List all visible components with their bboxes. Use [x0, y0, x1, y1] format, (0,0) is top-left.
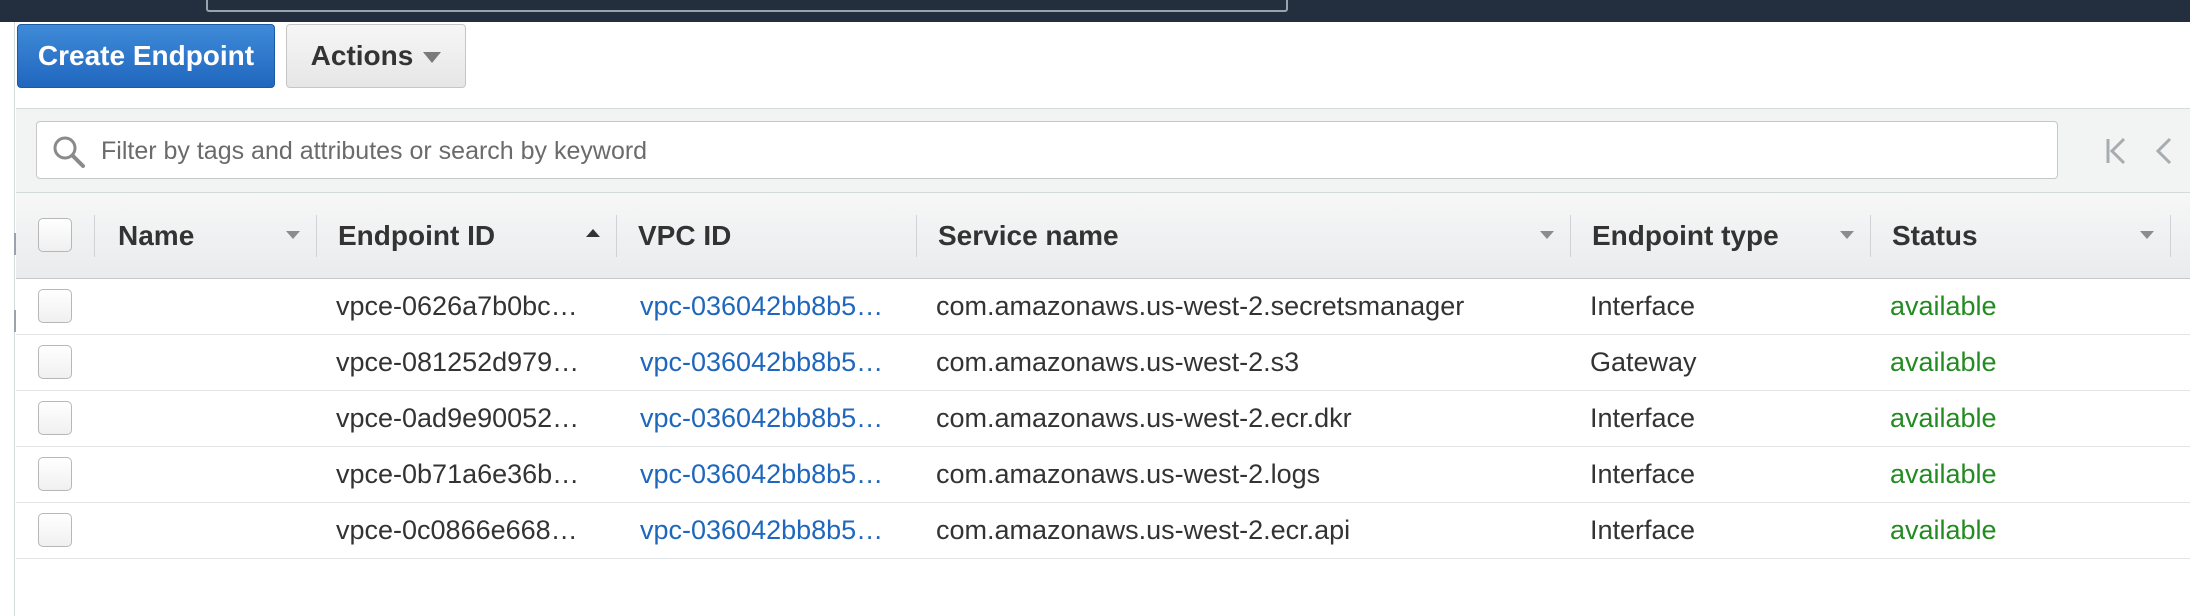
column-header-service-name[interactable]: Service name: [938, 193, 1538, 278]
chevron-down-icon: [423, 51, 442, 63]
row-vpc-id-link[interactable]: vpc-036042bb8b5…: [640, 279, 916, 334]
select-all-checkbox[interactable]: [38, 218, 72, 252]
row-service-name: com.amazonaws.us-west-2.logs: [936, 459, 1321, 489]
sort-icon: [286, 231, 300, 239]
vpc-endpoints-page: Create Endpoint Actions Filter by tags a…: [0, 0, 2190, 616]
column-separator: [316, 215, 317, 257]
row-checkbox[interactable]: [38, 401, 72, 435]
sort-ascending-icon: [586, 229, 600, 237]
column-header-endpoint-id[interactable]: Endpoint ID: [338, 193, 608, 278]
search-icon: [51, 134, 87, 175]
column-separator: [94, 215, 95, 257]
actions-dropdown-button[interactable]: Actions: [286, 24, 466, 88]
search-input[interactable]: [99, 132, 2043, 170]
row-checkbox[interactable]: [38, 457, 72, 491]
column-header-vpc-id-label: VPC ID: [638, 219, 732, 251]
row-name: [118, 447, 318, 502]
row-checkbox[interactable]: [38, 345, 72, 379]
row-status: available: [1890, 291, 1997, 321]
row-name: [118, 391, 318, 446]
column-header-service-name-label: Service name: [938, 219, 1119, 251]
row-endpoint-type: Interface: [1590, 291, 1696, 321]
table-row[interactable]: vpce-0626a7b0bc… vpc-036042bb8b5… com.am…: [16, 279, 2190, 335]
console-search-box[interactable]: [206, 0, 1288, 12]
row-endpoint-id: vpce-0b71a6e36b…: [336, 459, 580, 489]
row-status: available: [1890, 403, 1997, 433]
row-endpoint-type: Gateway: [1590, 347, 1697, 377]
filter-panel: [16, 108, 2190, 193]
row-vpc-id-link[interactable]: vpc-036042bb8b5…: [640, 335, 916, 390]
column-header-status[interactable]: Status: [1892, 193, 2152, 278]
first-page-icon[interactable]: [2102, 135, 2132, 172]
table-row[interactable]: vpce-0b71a6e36b… vpc-036042bb8b5… com.am…: [16, 447, 2190, 503]
left-panel-border: [14, 22, 17, 616]
row-status: available: [1890, 515, 1997, 545]
row-endpoint-id: vpce-0ad9e90052…: [336, 403, 580, 433]
column-header-endpoint-type[interactable]: Endpoint type: [1592, 193, 1852, 278]
column-header-vpc-id[interactable]: VPC ID: [638, 193, 908, 278]
column-header-endpoint-type-label: Endpoint type: [1592, 219, 1779, 251]
row-endpoint-type: Interface: [1590, 515, 1696, 545]
column-separator: [616, 215, 617, 257]
row-name: [118, 503, 318, 558]
sort-icon: [1840, 231, 1854, 239]
endpoints-table: Name Endpoint ID VPC ID Service name End…: [16, 192, 2190, 559]
search-box[interactable]: [36, 121, 2058, 179]
row-name: [118, 335, 318, 390]
row-service-name: com.amazonaws.us-west-2.ecr.api: [936, 515, 1351, 545]
row-service-name: com.amazonaws.us-west-2.s3: [936, 347, 1300, 377]
row-name: [118, 279, 318, 334]
row-status: available: [1890, 347, 1997, 377]
row-endpoint-type: Interface: [1590, 459, 1696, 489]
console-top-bar: [0, 0, 2190, 22]
column-separator: [1570, 215, 1571, 257]
column-separator: [916, 215, 917, 257]
actions-label: Actions: [310, 40, 414, 71]
table-row[interactable]: vpce-0c0866e668… vpc-036042bb8b5… com.am…: [16, 503, 2190, 559]
create-endpoint-label: Create Endpoint: [37, 40, 255, 71]
table-row[interactable]: vpce-081252d979… vpc-036042bb8b5… com.am…: [16, 335, 2190, 391]
row-endpoint-type: Interface: [1590, 403, 1696, 433]
row-service-name: com.amazonaws.us-west-2.ecr.dkr: [936, 403, 1352, 433]
row-endpoint-id: vpce-081252d979…: [336, 347, 580, 377]
row-vpc-id-link[interactable]: vpc-036042bb8b5…: [640, 503, 916, 558]
row-checkbox[interactable]: [38, 513, 72, 547]
row-vpc-id-link[interactable]: vpc-036042bb8b5…: [640, 391, 916, 446]
prev-page-icon[interactable]: [2152, 135, 2176, 172]
row-checkbox[interactable]: [38, 289, 72, 323]
column-separator: [2170, 215, 2171, 257]
sort-icon: [1540, 231, 1554, 239]
row-vpc-id-link[interactable]: vpc-036042bb8b5…: [640, 447, 916, 502]
column-header-name-label: Name: [118, 219, 195, 251]
column-header-status-label: Status: [1892, 219, 1978, 251]
column-separator: [1870, 215, 1871, 257]
row-service-name: com.amazonaws.us-west-2.secretsmanager: [936, 291, 1465, 321]
create-endpoint-button[interactable]: Create Endpoint: [17, 24, 275, 88]
row-status: available: [1890, 459, 1997, 489]
table-header: Name Endpoint ID VPC ID Service name End…: [16, 192, 2190, 279]
column-header-endpoint-id-label: Endpoint ID: [338, 219, 496, 251]
table-row[interactable]: vpce-0ad9e90052… vpc-036042bb8b5… com.am…: [16, 391, 2190, 447]
sort-icon: [2140, 231, 2154, 239]
row-endpoint-id: vpce-0626a7b0bc…: [336, 291, 578, 321]
row-endpoint-id: vpce-0c0866e668…: [336, 515, 578, 545]
